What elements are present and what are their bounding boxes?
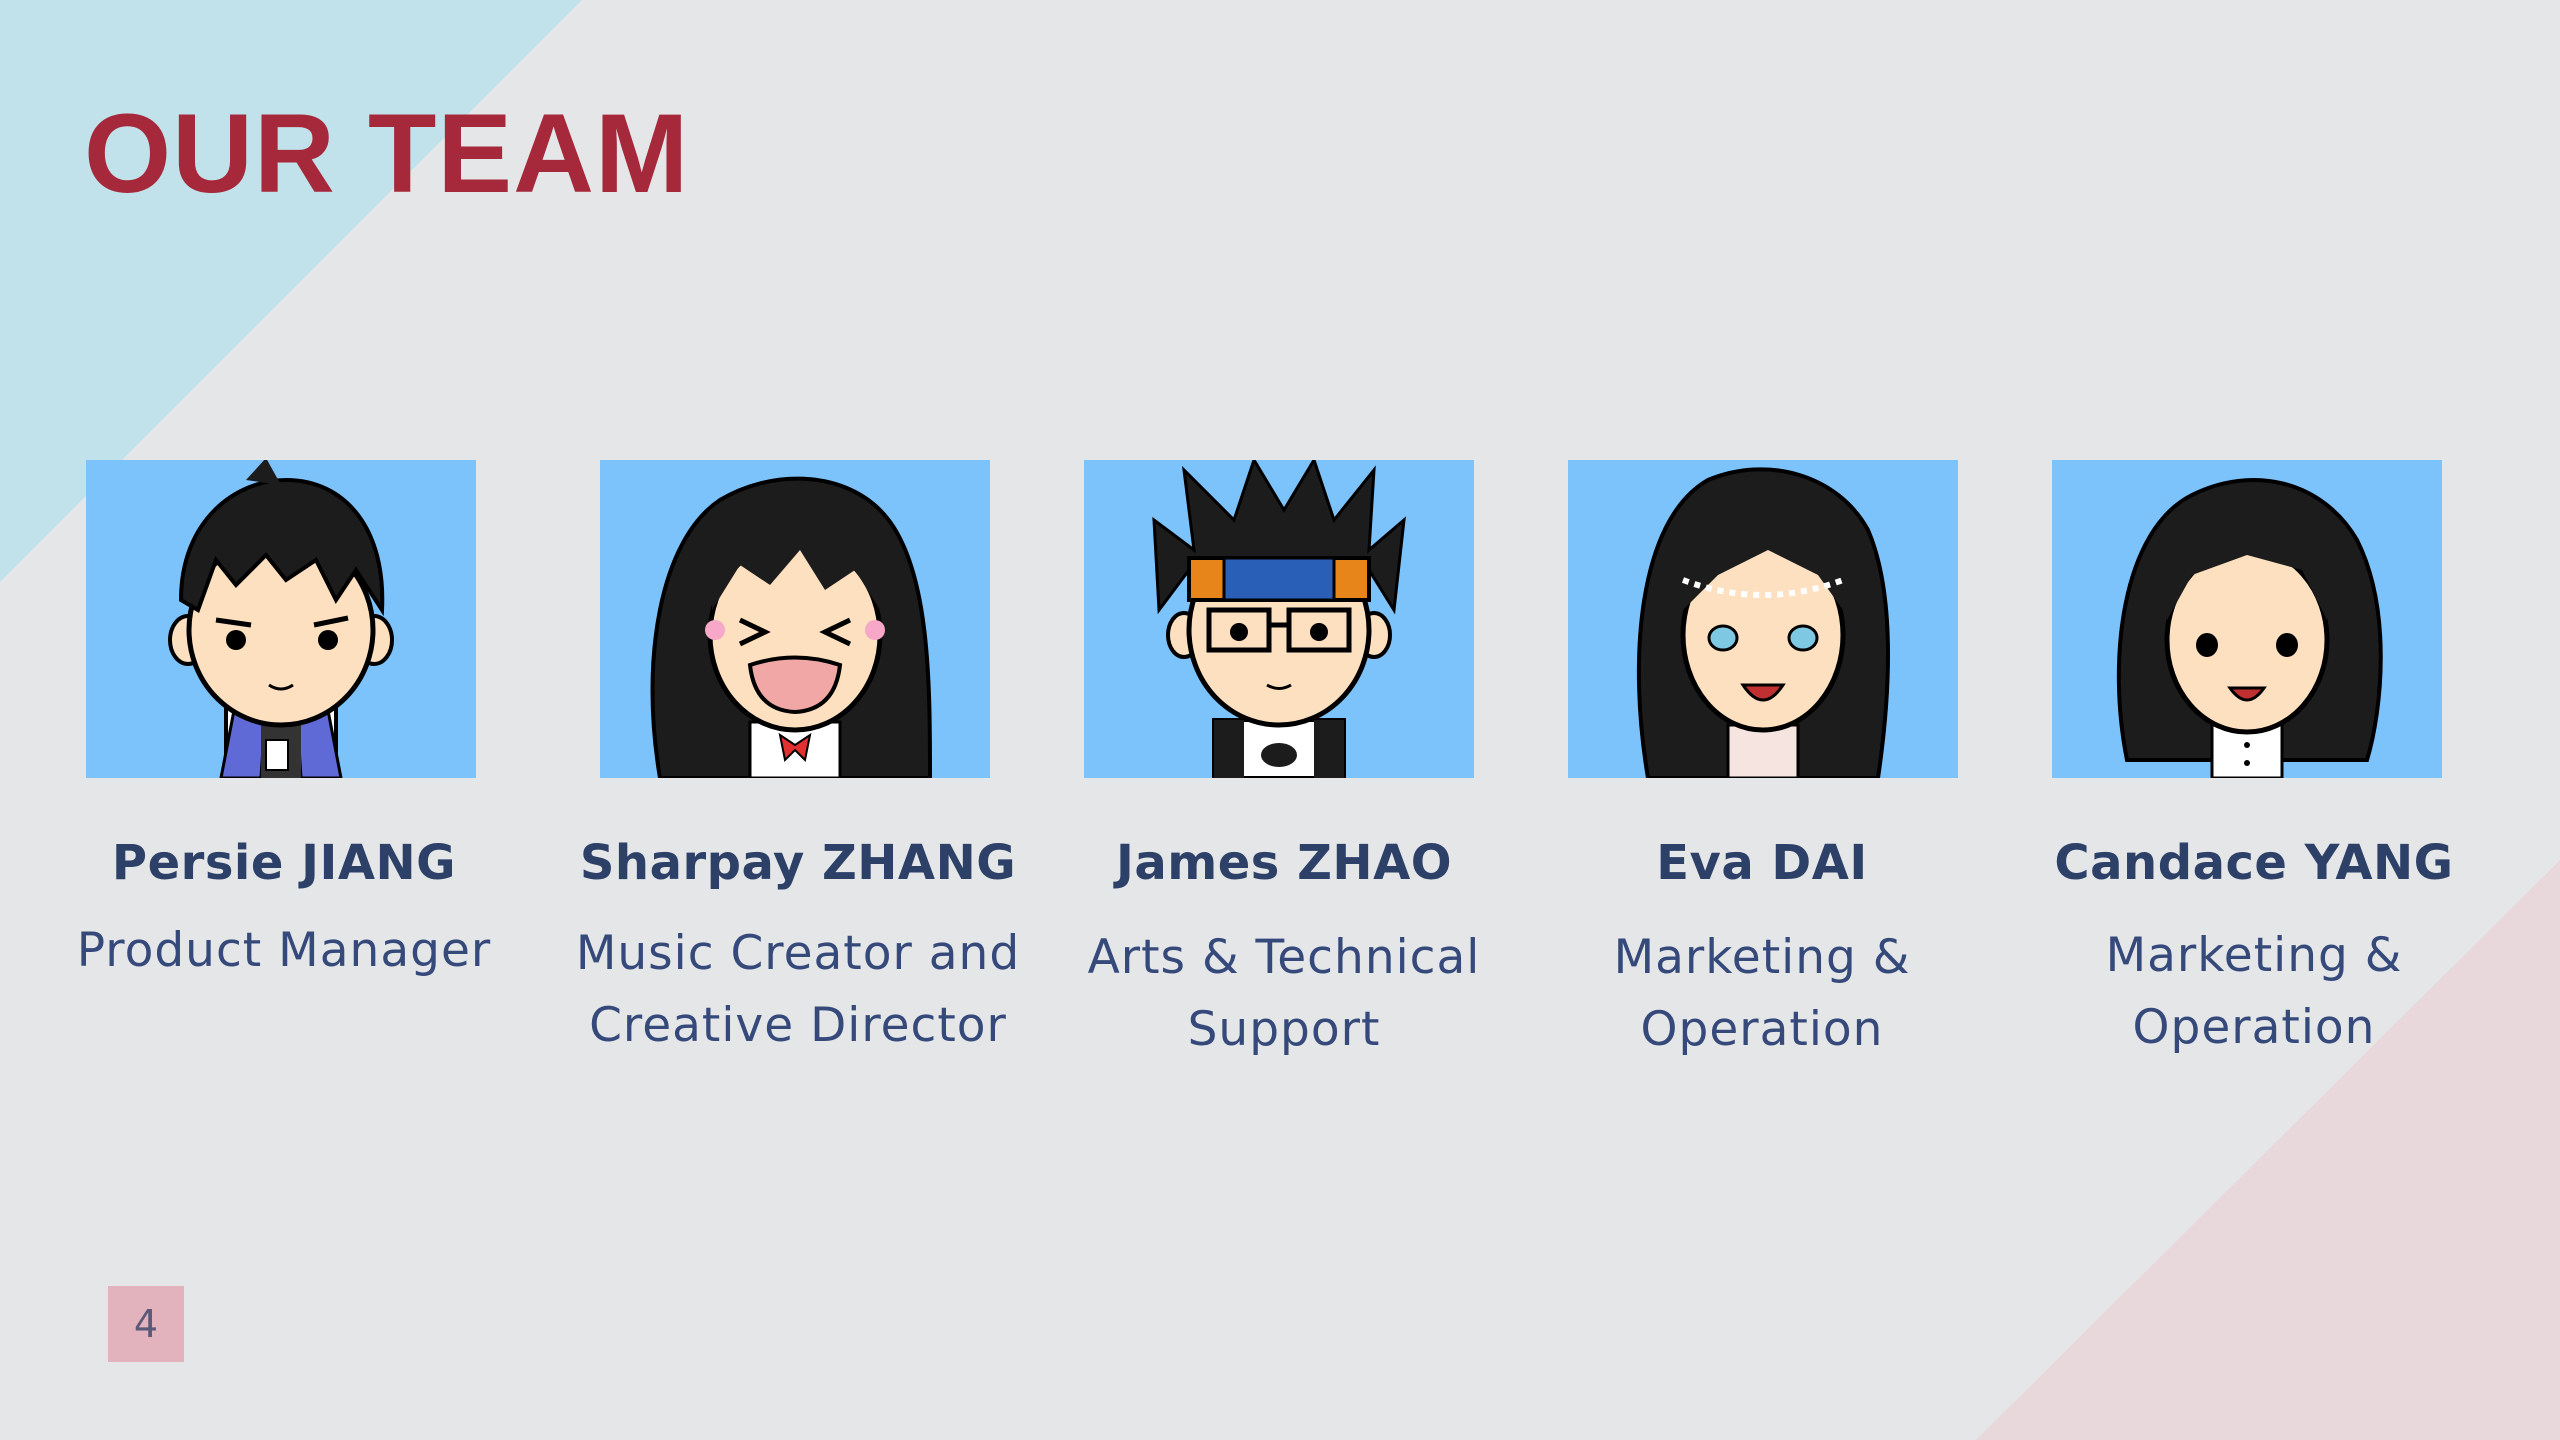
slide: OUR TEAM Persie JIANG Product Manager Sh… <box>0 0 2560 1440</box>
page-title: OUR TEAM <box>84 91 690 216</box>
page-number-badge: 4 <box>108 1286 184 1362</box>
member-role-line-1: Music Creator and <box>575 926 1021 981</box>
member-name: Persie JIANG <box>111 835 457 891</box>
member-role-line-2: Operation <box>2132 1000 2376 1055</box>
member-role-line-2: Support <box>1187 1002 1381 1057</box>
member-role-line-2: Creative Director <box>589 998 1007 1053</box>
ninja-headband-avatar-icon <box>1084 460 1474 778</box>
member-role-line-1: Marketing & <box>1613 930 1911 985</box>
member-name: Eva DAI <box>1656 835 1868 891</box>
member-name: James ZHAO <box>1115 835 1453 891</box>
member-name: Sharpay ZHANG <box>579 835 1017 891</box>
member-role-line-1: Arts & Technical <box>1087 930 1481 985</box>
laughing-girl-avatar-icon <box>600 460 990 778</box>
member-role-line-1: Product Manager <box>76 923 492 978</box>
member-role-line-1: Marketing & <box>2105 928 2403 983</box>
tiara-girl-avatar-icon <box>1568 460 1958 778</box>
member-name: Candace YANG <box>2054 835 2454 891</box>
member-role-line-2: Operation <box>1640 1002 1884 1057</box>
short-hair-girl-avatar-icon <box>2052 460 2442 778</box>
boy-avatar-icon <box>86 460 476 778</box>
